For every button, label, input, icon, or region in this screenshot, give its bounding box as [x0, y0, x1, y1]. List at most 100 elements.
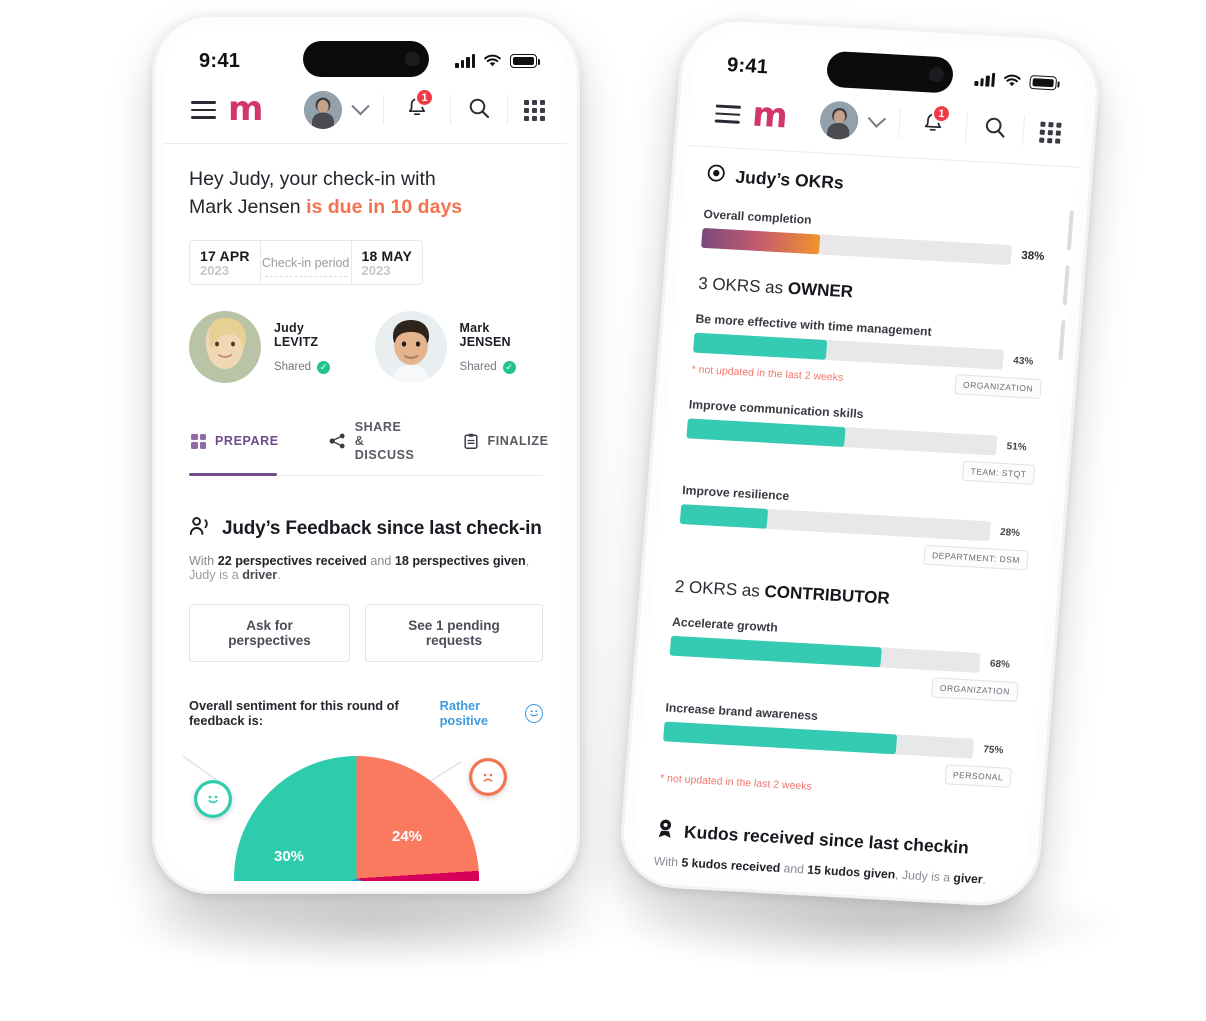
app-logo[interactable]: m	[751, 95, 787, 137]
period-end: 18 MAY 2023	[352, 241, 423, 284]
sentiment-pie-chart: 24% 7% 38% 30%	[182, 748, 543, 881]
participant-name: Mark JENSEN	[459, 320, 511, 349]
kd-t2: and	[779, 861, 808, 877]
tab-prepare[interactable]: PREPARE	[189, 411, 281, 475]
battery-full-icon	[510, 54, 540, 68]
feedback-actions: Ask for perspectives See 1 pending reque…	[189, 604, 543, 663]
hamburger-menu-icon[interactable]	[191, 101, 216, 119]
period-start: 17 APR 2023	[190, 241, 260, 284]
okr-scope-chip: PERSONAL	[944, 764, 1012, 788]
overall-progress-fill	[700, 227, 821, 255]
period-start-day: 17 APR	[200, 248, 250, 265]
contrib-count: 2 OKRS as	[674, 576, 766, 601]
right-content: Judy’s OKRs Overall completion 38% 3 OKR…	[631, 146, 1080, 895]
kd-role: giver	[952, 870, 984, 887]
okr-progress-pct: 68%	[989, 658, 1011, 671]
search-icon[interactable]	[467, 96, 491, 125]
cellular-signal-icon	[455, 54, 475, 68]
okr-item[interactable]: Improve resilience 28% DEPARTMENT: DSM	[678, 483, 1033, 571]
battery-full-icon	[1029, 74, 1058, 91]
participants: Judy LEVITZ Shared ✓ Mark JENSEN Shared …	[189, 311, 543, 384]
divider	[383, 95, 384, 125]
chevron-down-icon[interactable]	[351, 96, 370, 115]
okr-progress-pct: 75%	[982, 743, 1004, 756]
okr-scope-chip: DEPARTMENT: DSM	[923, 544, 1029, 571]
participant-mark[interactable]: Mark JENSEN Shared ✓	[374, 311, 543, 384]
greeting-heading: Hey Judy, your check-in with Mark Jensen…	[189, 166, 543, 221]
app-grid-icon[interactable]	[524, 99, 545, 121]
greeting-due: is due in 10 days	[306, 195, 463, 218]
period-start-year: 2023	[200, 263, 229, 279]
check-in-period[interactable]: 17 APR 2023 Check-in period 18 MAY 2023	[189, 240, 423, 286]
target-icon	[706, 163, 727, 188]
tab-finalize[interactable]: FINALIZE	[462, 411, 550, 475]
tab-share-label: SHARE & DISCUSS	[354, 420, 415, 463]
avatar	[189, 311, 261, 384]
status-clock: 9:41	[726, 53, 770, 78]
active-tab-underline	[189, 472, 277, 477]
divider	[964, 112, 969, 143]
kudos-medal-icon	[655, 818, 675, 844]
period-label: Check-in period	[259, 241, 352, 285]
fb-given: 18 perspectives given	[394, 554, 526, 569]
status-icons	[455, 54, 540, 68]
smiley-face-icon	[525, 703, 543, 723]
app-top-nav: m 1	[165, 85, 567, 144]
notification-bell-icon[interactable]: 1	[915, 103, 952, 143]
participant-judy[interactable]: Judy LEVITZ Shared ✓	[189, 311, 351, 384]
notification-badge: 1	[931, 103, 952, 124]
app-grid-icon[interactable]	[1039, 121, 1062, 144]
fb-role: driver	[242, 568, 278, 583]
owner-role: OWNER	[787, 278, 854, 302]
participant-status: Shared ✓	[274, 360, 351, 374]
sad-face-badge-icon	[469, 758, 507, 797]
tab-share-discuss[interactable]: SHARE & DISCUSS	[327, 411, 417, 475]
pie-label-30: 30%	[274, 848, 305, 866]
notification-bell-icon[interactable]: 1	[400, 88, 434, 126]
avatar[interactable]	[818, 100, 860, 141]
okr-item[interactable]: Be more effective with time management 4…	[691, 312, 1046, 399]
avatar[interactable]	[304, 91, 342, 129]
okr-scope-chip: ORGANIZATION	[954, 374, 1042, 399]
okr-item[interactable]: Increase brand awareness 75% PERSONAL * …	[660, 700, 1016, 803]
okr-title: Judy’s OKRs	[734, 166, 845, 193]
okr-stale-note: * not updated in the last 2 weeks	[691, 363, 844, 384]
feedback-person-icon	[189, 516, 211, 542]
okr-section-title: Judy’s OKRs	[706, 163, 1057, 206]
wifi-icon	[484, 54, 501, 67]
overall-progress-pct: 38%	[1020, 249, 1045, 263]
app-logo[interactable]: m	[228, 92, 263, 126]
okr-progress-pct: 28%	[999, 526, 1021, 539]
sentiment-value[interactable]: Rather positive	[440, 698, 518, 728]
divider	[1021, 115, 1026, 146]
avatar	[374, 311, 447, 384]
ask-for-perspectives-button[interactable]: Ask for perspectives	[189, 604, 351, 663]
contrib-role: CONTRIBUTOR	[763, 581, 891, 608]
okr-progress-fill	[692, 332, 828, 360]
see-pending-requests-button[interactable]: See 1 pending requests	[365, 604, 543, 663]
status-clock: 9:41	[199, 49, 241, 72]
chevron-down-icon[interactable]	[867, 109, 887, 128]
participant-info: Judy LEVITZ Shared ✓	[274, 321, 351, 374]
okr-item[interactable]: Improve communication skills 51% TEAM: S…	[684, 397, 1039, 485]
hamburger-menu-icon[interactable]	[714, 104, 741, 124]
sentiment-label: Overall sentiment for this round of feed…	[189, 698, 399, 729]
participant-status-label: Shared	[274, 361, 312, 374]
wifi-icon	[1004, 74, 1021, 87]
okr-item[interactable]: Accelerate growth 68% ORGANIZATION	[668, 615, 1023, 703]
tab-bar: PREPARE SHARE & DISCUSS FINALIZE	[189, 411, 548, 477]
participant-info: Mark JENSEN Shared ✓	[460, 321, 543, 374]
search-icon[interactable]	[982, 114, 1008, 144]
check-circle-icon: ✓	[502, 360, 516, 374]
divider	[450, 95, 451, 125]
tab-finalize-label: FINALIZE	[487, 434, 549, 449]
tab-prepare-label: PREPARE	[215, 434, 279, 449]
kd-received: 5 kudos received	[680, 855, 781, 876]
kd-t3: , Judy is a	[894, 867, 955, 885]
dynamic-island	[303, 41, 429, 77]
front-camera-icon	[405, 51, 420, 67]
dynamic-island	[825, 50, 955, 94]
sentiment-line: Overall sentiment for this round of feed…	[189, 698, 543, 728]
fb-t1: With	[189, 554, 218, 569]
contributor-group-heading: 2 OKRS as CONTRIBUTOR	[674, 577, 1025, 616]
